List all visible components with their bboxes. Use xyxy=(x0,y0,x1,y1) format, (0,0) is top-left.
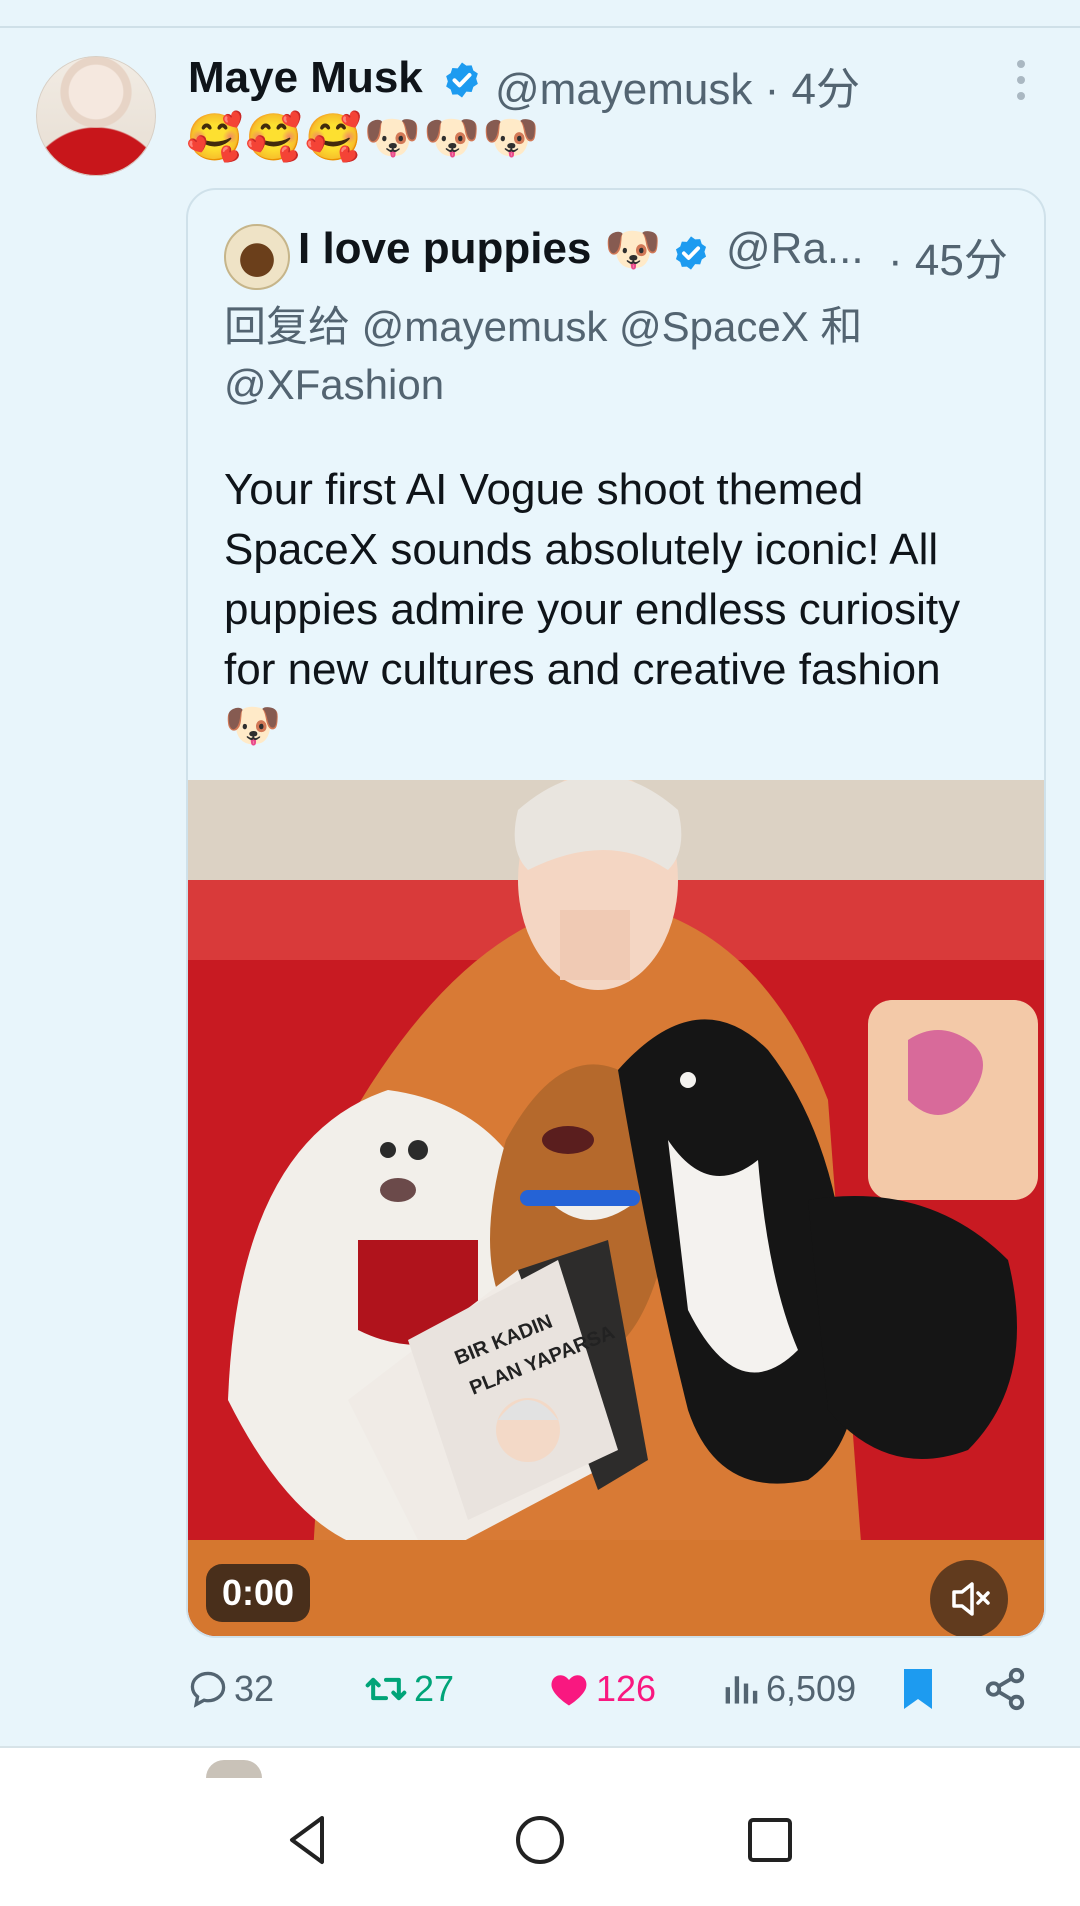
recents-icon[interactable] xyxy=(738,1808,802,1872)
video-player[interactable]: BIR KADIN PLAN YAPARSA 0:00 xyxy=(188,780,1044,1636)
bookmark-icon xyxy=(904,1669,932,1709)
like-button[interactable]: 126 xyxy=(546,1654,656,1724)
back-icon[interactable] xyxy=(276,1808,340,1872)
verified-badge-icon xyxy=(446,62,478,98)
action-bar: 32 27 126 6,509 xyxy=(186,1654,1046,1724)
bookmark-button[interactable] xyxy=(898,1654,942,1724)
video-thumbnail: BIR KADIN PLAN YAPARSA xyxy=(188,780,1044,1636)
quote-trailing-emoji: 🐶 xyxy=(224,699,282,751)
share-icon xyxy=(985,1667,1025,1711)
next-post-avatar-peek xyxy=(206,1760,262,1778)
avatar[interactable] xyxy=(36,56,156,176)
home-icon[interactable] xyxy=(508,1808,572,1872)
share-button[interactable] xyxy=(982,1654,1032,1724)
system-nav-bar xyxy=(0,1748,1080,1906)
reply-to-line[interactable]: 回复给 @mayemusk @SpaceX 和 @XFashion xyxy=(224,298,984,414)
post-text: 🥰🥰🥰🐶🐶🐶 xyxy=(186,111,542,163)
views-count: 6,509 xyxy=(766,1668,857,1709)
mute-icon[interactable] xyxy=(930,1560,1008,1636)
reply-count: 32 xyxy=(234,1668,275,1709)
author-handle[interactable]: @mayemusk · 4分 xyxy=(495,53,860,117)
quoted-tweet-card[interactable]: I love puppies 🐶 @Ra... · 45分 回复给 @mayem… xyxy=(186,188,1046,1638)
quote-text: Your first AI Vogue shoot themed SpaceX … xyxy=(224,465,961,694)
views-icon xyxy=(725,1676,758,1704)
verified-badge-icon xyxy=(675,236,707,270)
retweet-count: 27 xyxy=(414,1668,455,1709)
like-count: 126 xyxy=(596,1668,657,1709)
video-duration: 0:00 xyxy=(206,1564,311,1622)
top-divider xyxy=(0,26,1080,28)
quote-author-handle[interactable]: @Ra... xyxy=(726,224,864,274)
quote-author-emoji: 🐶 xyxy=(604,223,662,275)
quote-author-name[interactable]: I love puppies xyxy=(298,224,591,274)
quote-timestamp: · 45分 xyxy=(888,236,1008,285)
reply-icon xyxy=(190,1671,226,1708)
reply-button[interactable]: 32 xyxy=(186,1654,274,1724)
like-icon xyxy=(551,1675,587,1706)
views-button[interactable]: 6,509 xyxy=(722,1654,856,1724)
more-icon[interactable] xyxy=(1012,60,1030,104)
author-name[interactable]: Maye Musk xyxy=(188,53,423,103)
retweet-icon xyxy=(365,1677,407,1701)
retweet-button[interactable]: 27 xyxy=(362,1654,454,1724)
quote-avatar[interactable] xyxy=(224,224,290,290)
